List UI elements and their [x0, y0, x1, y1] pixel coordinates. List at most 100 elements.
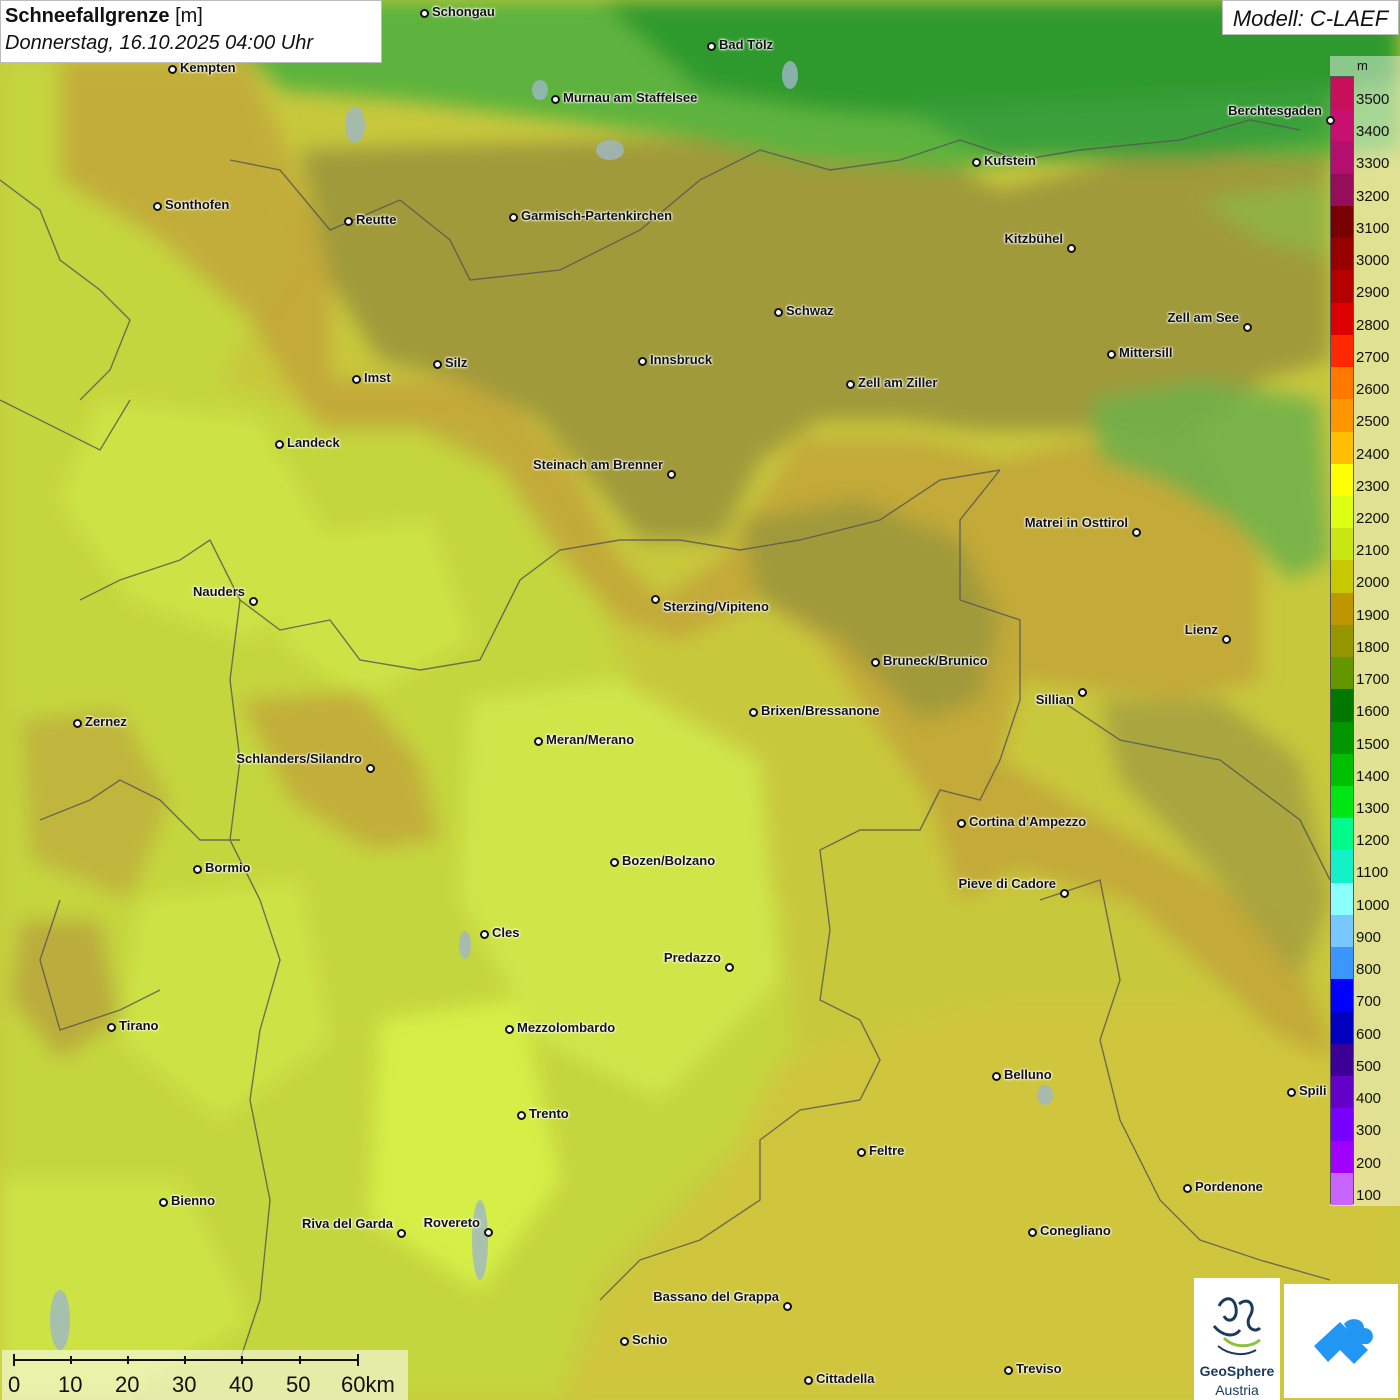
scale-tick-label: 60km [341, 1372, 395, 1397]
city-marker-icon [550, 94, 560, 104]
city-label: Conegliano [1040, 1223, 1111, 1238]
city-marker-icon [396, 1228, 406, 1238]
legend-label: 300 [1356, 1122, 1382, 1140]
legend-swatch [1331, 334, 1353, 368]
city-label: Kufstein [984, 153, 1036, 168]
city-label: Sonthofen [165, 197, 230, 212]
city-marker-icon [650, 594, 660, 604]
scale-tick-label: 50 [286, 1372, 311, 1397]
city-marker-icon [782, 1301, 792, 1311]
city-marker-icon [870, 657, 880, 667]
city-label: Rovereto [423, 1215, 480, 1230]
city-label: Cortina d'Ampezzo [969, 814, 1087, 829]
legend-colorbar [1330, 76, 1354, 1206]
legend-label: 2100 [1356, 542, 1390, 560]
legend-swatch [1331, 1140, 1353, 1174]
legend-swatch [1331, 914, 1353, 948]
legend-label: 3000 [1356, 252, 1390, 270]
legend-swatch [1331, 463, 1353, 497]
map-datetime: Donnerstag, 16.10.2025 04:00 Uhr [5, 32, 313, 54]
legend-label: 1600 [1356, 703, 1390, 721]
city-marker-icon [516, 1110, 526, 1120]
city-label: Predazzo [663, 950, 721, 965]
city-label: Belluno [1004, 1067, 1052, 1082]
model-label: Modell: C-LAEF [1222, 0, 1399, 35]
legend-swatch [1331, 399, 1353, 432]
city-marker-icon [706, 41, 716, 51]
city-label: Bienno [171, 1193, 216, 1208]
legend-swatch [1331, 818, 1353, 851]
legend-label: 100 [1356, 1186, 1382, 1204]
city-label: Bad Tölz [719, 37, 774, 52]
legend-label: 2000 [1356, 574, 1390, 592]
map-title-unit: [m] [175, 5, 203, 27]
city-marker-icon [619, 1336, 629, 1346]
city-marker-icon [351, 374, 361, 384]
city-label: Berchtesgaden [1228, 103, 1322, 118]
city-marker-icon [748, 707, 758, 717]
city-label: Brixen/Bressanone [761, 703, 880, 718]
legend-swatch [1331, 205, 1353, 239]
legend-swatch [1331, 1172, 1353, 1206]
city-marker-icon [432, 359, 442, 369]
legend-label: 500 [1356, 1057, 1382, 1075]
city-marker-icon [1003, 1365, 1013, 1375]
city-marker-icon [1077, 687, 1087, 697]
scale-tick-label: 40 [229, 1372, 254, 1397]
legend-swatch [1331, 431, 1353, 465]
legend-label: 800 [1356, 961, 1382, 979]
city-marker-icon [192, 864, 202, 874]
legend-label: 2400 [1356, 445, 1390, 463]
legend-swatch [1331, 979, 1353, 1013]
city-marker-icon [152, 201, 162, 211]
city-label: Garmisch-Partenkirchen [521, 208, 673, 223]
city-marker-icon [158, 1197, 168, 1207]
city-label: Silz [445, 355, 468, 370]
legend-swatch [1331, 302, 1353, 336]
city-marker-icon [1106, 349, 1116, 359]
legend-label: 2600 [1356, 381, 1390, 399]
city-label: Pordenone [1195, 1179, 1263, 1194]
city-marker-icon [248, 596, 258, 606]
geosphere-logo[interactable]: GeoSphere Austria [1194, 1278, 1280, 1400]
app-logo[interactable] [1284, 1284, 1398, 1398]
city-label: Sterzing/Vipiteno [663, 599, 769, 614]
legend-label: 600 [1356, 1025, 1382, 1043]
city-marker-icon [956, 818, 966, 828]
city-label: Steinach am Brenner [532, 457, 663, 472]
legend-swatch [1331, 560, 1353, 594]
legend-swatch [1331, 173, 1353, 207]
legend-label: 2200 [1356, 509, 1390, 527]
city-label: Lienz [1184, 622, 1218, 637]
city-marker-icon [504, 1024, 514, 1034]
city-marker-icon [803, 1375, 813, 1385]
city-label: Zell am See [1167, 310, 1239, 325]
city-label: Nauders [192, 584, 245, 599]
city-label: Cittadella [816, 1371, 875, 1386]
scale-tick-label: 30 [172, 1372, 197, 1397]
city-marker-icon [666, 469, 676, 479]
legend-label: 400 [1356, 1090, 1382, 1108]
scale-tick-label: 10 [58, 1372, 83, 1397]
legend-label: 700 [1356, 993, 1382, 1011]
logo-line-2: Austria [1215, 1382, 1259, 1398]
city-label: Reutte [356, 212, 397, 227]
city-label: Bozen/Bolzano [622, 853, 716, 868]
city-label: Cles [492, 925, 520, 940]
city-marker-icon [1027, 1227, 1037, 1237]
legend-swatch [1331, 1108, 1353, 1142]
geosphere-emblem-icon [1212, 1297, 1262, 1356]
city-label: Treviso [1016, 1361, 1062, 1376]
legend-label: 3100 [1356, 219, 1390, 237]
legend-label: 1200 [1356, 832, 1390, 850]
map-title: Schneefallgrenze [5, 5, 170, 27]
city-marker-icon [1066, 243, 1076, 253]
city-label: Bormio [205, 860, 251, 875]
city-label: Zernez [85, 714, 127, 729]
legend-swatch [1331, 657, 1353, 690]
city-marker-icon [1182, 1183, 1192, 1193]
legend-swatch [1331, 141, 1353, 175]
city-label: Riva del Garda [301, 1216, 393, 1231]
city-marker-icon [1221, 634, 1231, 644]
city-label: Innsbruck [650, 352, 713, 367]
